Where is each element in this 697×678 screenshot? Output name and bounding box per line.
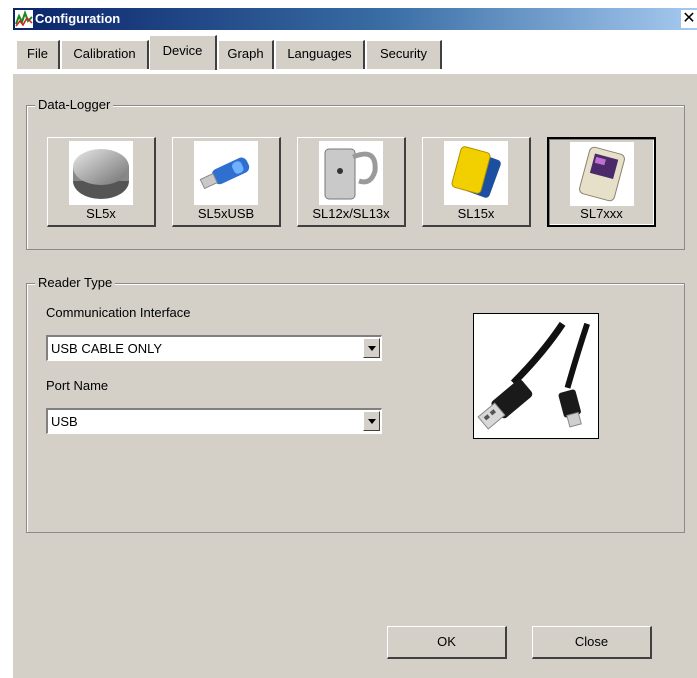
comm-interface-select[interactable]: USB CABLE ONLY	[46, 335, 382, 361]
comm-interface-label: Communication Interface	[46, 305, 191, 320]
tag-logger-icon	[444, 141, 508, 205]
tab-languages[interactable]: Languages	[275, 40, 365, 69]
device-label: SL15x	[457, 206, 495, 221]
display-logger-icon	[570, 142, 634, 206]
title-bar: Configuration ✕	[13, 8, 697, 30]
comm-interface-value: USB CABLE ONLY	[51, 341, 163, 356]
tab-device[interactable]: Device	[149, 35, 217, 70]
close-button[interactable]: Close	[532, 626, 652, 659]
tab-divider	[13, 69, 697, 70]
device-button-sl12x-sl13x[interactable]: SL12x/SL13x	[297, 137, 406, 227]
chevron-down-icon[interactable]	[363, 338, 380, 358]
tab-calibration[interactable]: Calibration	[61, 40, 149, 69]
chevron-down-icon[interactable]	[363, 411, 380, 431]
usb-stick-icon	[194, 141, 258, 205]
data-logger-title: Data-Logger	[35, 97, 114, 112]
device-label: SL7xxx	[580, 206, 623, 221]
device-button-sl7xxx[interactable]: SL7xxx	[547, 137, 656, 227]
port-name-label: Port Name	[46, 378, 109, 393]
reader-preview-image	[473, 313, 599, 439]
device-label: SL5x	[86, 206, 116, 221]
device-button-sl5x[interactable]: SL5x	[47, 137, 156, 227]
device-label: SL12x/SL13x	[312, 206, 390, 221]
close-window-button[interactable]: ✕	[681, 10, 697, 28]
clip-logger-icon	[319, 141, 383, 205]
window-title: Configuration	[35, 11, 121, 26]
configuration-window: Configuration ✕ File Calibration Device …	[13, 8, 697, 678]
data-logger-group: Data-Logger SL5x SL5xUSB SL12x/SL13x SL1…	[26, 97, 685, 250]
app-graph-icon	[15, 10, 33, 28]
ok-button[interactable]: OK	[387, 626, 507, 659]
device-button-sl15x[interactable]: SL15x	[422, 137, 531, 227]
reader-type-title: Reader Type	[35, 275, 116, 290]
tab-file[interactable]: File	[16, 40, 60, 69]
device-label: SL5xUSB	[197, 206, 255, 221]
tab-graph[interactable]: Graph	[218, 40, 274, 69]
tab-strip: File Calibration Device Graph Languages …	[13, 30, 697, 74]
coin-cell-icon	[69, 141, 133, 205]
port-name-select[interactable]: USB	[46, 408, 382, 434]
usb-cable-icon	[477, 321, 590, 430]
port-name-value: USB	[51, 414, 78, 429]
tab-security[interactable]: Security	[366, 40, 442, 69]
device-button-sl5xusb[interactable]: SL5xUSB	[172, 137, 281, 227]
